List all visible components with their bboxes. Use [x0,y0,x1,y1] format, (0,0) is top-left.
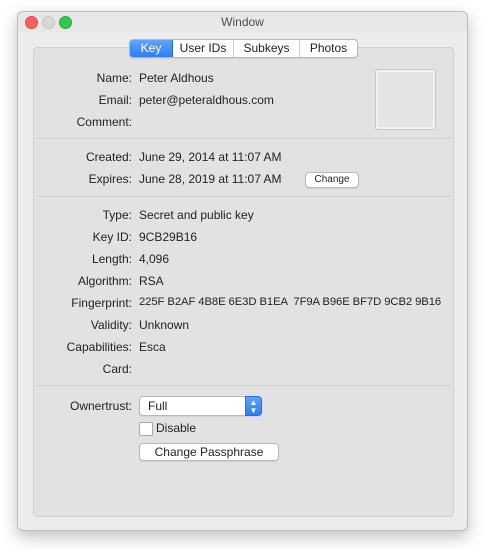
type-label: Type: [102,208,132,222]
fingerprint-label: Fingerprint: [71,296,132,310]
ownertrust-selected-value: Full [148,399,168,413]
algorithm-label: Algorithm: [77,274,132,288]
key-id-value: 9CB29B16 [139,230,198,244]
tab-photos[interactable]: Photos [300,40,357,57]
ownertrust-popup[interactable]: Full ▲ ▼ [139,396,262,416]
email-label: Email: [98,93,132,107]
tab-user-ids[interactable]: User IDs [173,40,234,57]
expires-value: June 28, 2019 at 11:07 AM [139,172,282,186]
disable-label: Disable [156,421,197,435]
divider [37,196,451,197]
capabilities-label: Capabilities: [66,340,132,354]
type-value: Secret and public key [139,208,254,222]
length-label: Length: [91,252,132,266]
tab-key[interactable]: Key [130,40,173,57]
change-expiration-button[interactable]: Change [305,172,359,188]
length-value: 4,096 [139,252,170,266]
tab-bar: Key User IDs Subkeys Photos [129,39,358,58]
validity-label: Validity: [90,318,132,332]
comment-label: Comment: [76,115,132,129]
key-details-window: Window Key User IDs Subkeys Photos Name:… [17,11,468,531]
created-value: June 29, 2014 at 11:07 AM [139,150,282,164]
fingerprint-value: 225F B2AF 4B8E 6E3D B1EA 7F9A B96E BF7D … [139,296,442,308]
title-bar[interactable]: Window [18,12,467,32]
name-value: Peter Aldhous [139,71,214,85]
validity-value: Unknown [139,318,190,332]
tab-subkeys[interactable]: Subkeys [234,40,300,57]
created-label: Created: [85,150,132,164]
expires-label: Expires: [88,172,132,186]
capabilities-value: Esca [139,340,166,354]
card-label: Card: [102,362,132,376]
divider [37,385,451,386]
name-label: Name: [96,71,132,85]
user-photo-well[interactable] [375,69,436,130]
email-value: peter@peteraldhous.com [139,93,274,107]
change-passphrase-button[interactable]: Change Passphrase [139,443,279,461]
window-title: Window [221,15,264,29]
disable-checkbox[interactable] [139,422,153,436]
key-id-label: Key ID: [92,230,132,244]
chevron-updown-icon: ▲ ▼ [245,396,262,416]
ownertrust-label: Ownertrust: [69,399,132,413]
algorithm-value: RSA [139,274,164,288]
divider [37,138,451,139]
